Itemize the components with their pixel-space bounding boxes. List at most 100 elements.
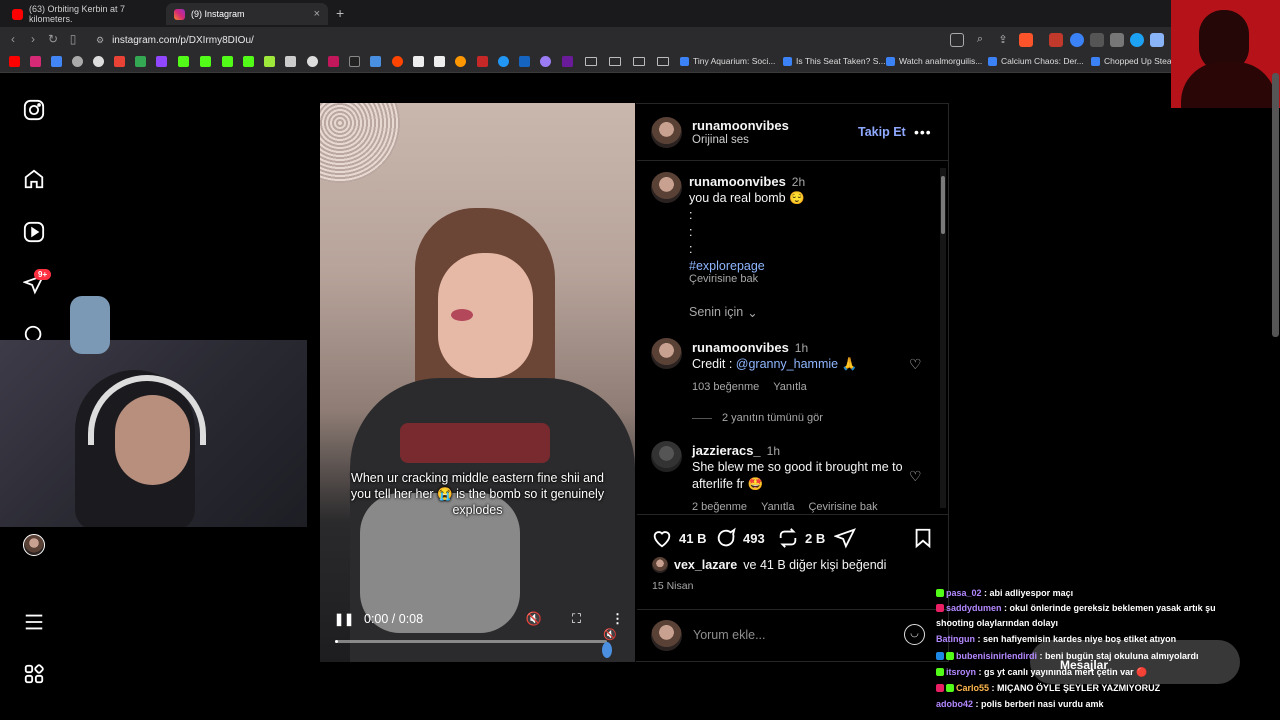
liked-by-text[interactable]: ve 41 B diğer kişi beğendi [743,558,886,572]
commenter-avatar[interactable] [651,338,682,369]
site-info-icon[interactable]: ⚙ [96,35,104,46]
bookmark-item[interactable]: Is This Seat Taken? S... [783,56,885,66]
folder-icon[interactable] [609,57,621,66]
reply-button[interactable]: Yanıtla [761,501,794,513]
cast-icon[interactable] [950,33,964,47]
author-avatar[interactable] [651,172,682,203]
bookmark-icon[interactable] [413,56,424,67]
bookmark-icon[interactable] [307,56,318,67]
bookmark-icon[interactable] [243,56,254,67]
address-bar[interactable]: ⚙ instagram.com/p/DXIrmy8DIOu/ [92,31,942,49]
close-tab-icon[interactable]: × [314,8,320,20]
reply-button[interactable]: Yanıtla [773,381,806,393]
save-action[interactable] [912,527,934,549]
bookmark-page-icon[interactable]: ▯ [65,32,81,46]
folder-icon[interactable] [633,57,645,66]
pause-icon[interactable]: ❚❚ [334,612,354,626]
bookmark-youtube-icon[interactable] [9,56,20,67]
reload-icon[interactable]: ↻ [45,32,61,46]
author-username[interactable]: runamoonvibes [692,118,789,133]
repost-action[interactable]: 2 B [777,527,825,549]
also-from-meta-icon[interactable] [22,662,46,686]
liked-by[interactable]: vex_lazare ve 41 B diğer kişi beğendi [652,557,886,573]
bookmark-icon[interactable] [562,56,573,67]
view-replies-button[interactable]: 2 yanıtın tümünü gör [692,412,823,424]
comment-input[interactable]: Yorum ekle... [693,628,766,642]
extension-icon[interactable] [1070,33,1084,47]
share-icon[interactable]: ⇪ [996,33,1010,47]
extension-icon[interactable] [1090,33,1104,47]
zoom-icon[interactable]: ⌕ [973,33,987,47]
emoji-icon[interactable]: ◡ [904,624,925,645]
bookmark-instagram-icon[interactable] [30,56,41,67]
bookmark-icon[interactable] [370,56,381,67]
bookmark-icon[interactable] [540,56,551,67]
bookmark-icon[interactable] [72,56,83,67]
reel-video[interactable] [320,103,635,662]
bookmark-icon[interactable] [519,56,530,67]
bookmark-icon[interactable] [93,56,104,67]
bookmark-icon[interactable] [285,56,296,67]
bookmark-icon[interactable] [264,56,275,67]
translate-link[interactable]: Çevirisine bak [689,273,758,285]
bookmark-icon[interactable] [498,56,509,67]
bookmark-icon[interactable] [455,56,466,67]
comment-like-icon[interactable]: ♡ [909,468,922,485]
comments-scrollbar-thumb[interactable] [941,176,945,234]
mention-link[interactable]: @granny_hammie [736,357,838,371]
follow-button[interactable]: Takip Et [858,125,906,139]
bookmark-item[interactable]: Tiny Aquarium: Soci... [680,56,775,66]
comment-like-count[interactable]: 103 beğenme [692,381,759,393]
comment-username[interactable]: runamoonvibes [692,340,789,355]
like-action[interactable]: 41 B [651,527,706,549]
bookmark-kick-icon[interactable] [178,56,189,67]
bookmark-reddit-icon[interactable] [392,56,403,67]
bookmark-icon[interactable] [477,56,488,67]
volume-muted-icon[interactable]: 🔇 [603,628,617,641]
extension-icon[interactable] [1150,33,1164,47]
profile-avatar[interactable] [22,533,46,557]
comment-like-count[interactable]: 2 beğenme [692,501,747,513]
bookmark-item[interactable]: Chopped Up Steam [1091,56,1179,66]
folder-icon[interactable] [657,57,669,66]
audio-label[interactable]: Orijinal ses [692,134,749,146]
tab-youtube[interactable]: (63) Orbiting Kerbin at 7 kilometers. [4,3,162,25]
bookmark-icon[interactable] [434,56,445,67]
share-action[interactable] [834,527,856,549]
bookmark-gmail-icon[interactable] [114,56,125,67]
author-avatar[interactable] [651,117,682,148]
tab-instagram[interactable]: (9) Instagram × [166,3,328,25]
instagram-logo-icon[interactable] [22,98,46,122]
back-icon[interactable]: ‹ [5,32,21,46]
menu-icon[interactable] [22,610,46,634]
forward-icon[interactable]: › [25,32,41,46]
bookmark-x-icon[interactable] [349,56,360,67]
comment-action[interactable]: 493 [715,527,765,549]
bookmark-icon[interactable] [51,56,62,67]
bookmark-twitch-icon[interactable] [156,56,167,67]
for-you-toggle[interactable]: Senin için ⌄ [689,305,758,320]
bookmark-kick-icon[interactable] [200,56,211,67]
folder-icon[interactable] [585,57,597,66]
translate-link[interactable]: Çevirisine bak [808,501,877,513]
reels-icon[interactable] [22,220,46,244]
bookmark-item[interactable]: Watch analmorguilis... [886,56,982,66]
commenter-avatar[interactable] [651,441,682,472]
extension-icon[interactable] [1130,33,1144,47]
video-progress-bar[interactable] [335,640,607,643]
bookmark-drive-icon[interactable] [135,56,146,67]
more-options-icon[interactable]: ••• [914,124,932,140]
more-options-icon[interactable]: ⋮ [611,611,624,627]
page-scrollbar[interactable] [1272,73,1279,337]
new-tab-button[interactable]: + [336,5,344,21]
comment-username[interactable]: jazzieracs_ [692,443,761,458]
home-icon[interactable] [22,167,46,191]
mute-icon[interactable]: 🔇 [526,611,542,627]
bookmark-item[interactable]: Calcium Chaos: Der... [988,56,1084,66]
brave-shield-icon[interactable] [1019,33,1033,47]
bookmark-kick-icon[interactable] [222,56,233,67]
caption-username[interactable]: runamoonvibes [689,174,786,189]
fullscreen-icon[interactable]: ⛶ [572,611,581,627]
bookmark-icon[interactable] [328,56,339,67]
extension-icon[interactable] [1049,33,1063,47]
